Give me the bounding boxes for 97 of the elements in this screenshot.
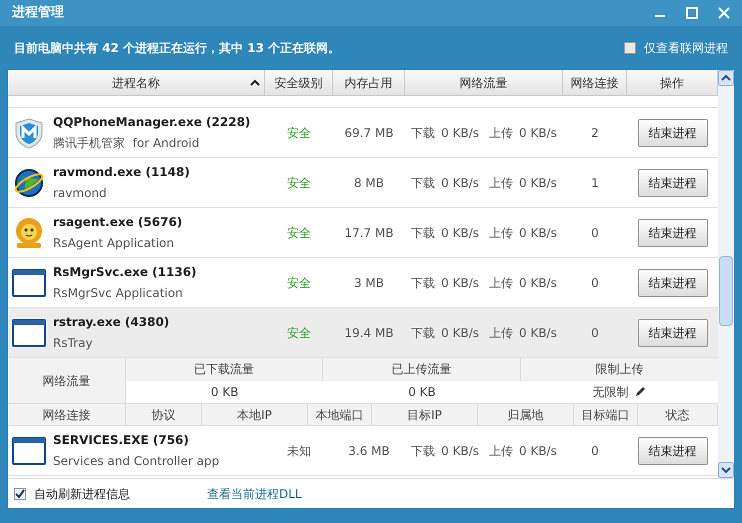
upload-label: 上传	[489, 124, 513, 142]
summary-text: 目前电脑中共有 42 个进程正在运行，其中 13 个正在联网。	[14, 40, 340, 57]
upload-label: 上传	[489, 442, 513, 460]
process-description: RsMgrSvc Application	[53, 285, 184, 302]
checkbox[interactable]	[624, 42, 636, 54]
column-header: 本地端口	[316, 406, 364, 424]
process-description: 腾讯手机管家 for Android	[53, 135, 200, 152]
column-header: 目标端口	[582, 406, 630, 424]
memory-usage: 8 MB	[354, 174, 384, 192]
download-speed: 0 KB/s	[441, 224, 479, 242]
process-description: ravmond	[53, 185, 108, 202]
column-header: 已下载流量	[194, 361, 254, 378]
end-process-button[interactable]: 结束进程	[638, 268, 708, 296]
connection-count: 0	[591, 274, 599, 292]
download-label: 下载	[411, 224, 436, 242]
end-process-button[interactable]: 结束进程	[638, 168, 708, 196]
traffic-value: 0 KB	[408, 384, 436, 401]
close-icon[interactable]	[718, 7, 730, 19]
checkbox[interactable]	[14, 488, 26, 500]
upload-speed: 0 KB/s	[519, 224, 557, 242]
column-header: 协议	[152, 406, 176, 424]
scrollbar-thumb[interactable]	[719, 256, 733, 326]
connection-count: 2	[591, 124, 599, 142]
memory-usage: 19.4 MB	[344, 324, 394, 342]
application-window-icon	[11, 268, 47, 296]
end-process-button[interactable]: 结束进程	[638, 218, 708, 246]
process-description: Services and Controller app	[53, 453, 220, 470]
column-header: 本地IP	[237, 406, 272, 424]
download-speed: 0 KB/s	[441, 124, 479, 142]
application-window-icon	[11, 436, 47, 464]
process-description: RsTray	[53, 335, 94, 352]
application-window-icon	[11, 318, 47, 346]
column-header[interactable]: 网络流量	[405, 70, 563, 95]
column-header[interactable]: 网络连接	[563, 70, 627, 95]
process-description: RsAgent Application	[53, 235, 175, 252]
column-header[interactable]: 内存占用	[333, 70, 405, 95]
upload-label: 上传	[489, 274, 513, 292]
download-label: 下载	[411, 324, 436, 342]
end-process-button[interactable]: 结束进程	[638, 436, 708, 464]
column-header[interactable]: 安全级别	[265, 70, 333, 95]
column-header: 归属地	[508, 406, 544, 424]
checkbox-label: 自动刷新进程信息	[34, 486, 130, 502]
memory-usage: 17.7 MB	[344, 224, 394, 242]
process-name: SERVICES.EXE (756)	[53, 432, 190, 449]
checkbox-label: 仅查看联网进程	[644, 40, 728, 57]
connection-count: 1	[591, 174, 599, 192]
end-process-button[interactable]: 结束进程	[638, 118, 708, 146]
memory-usage: 3 MB	[354, 274, 384, 292]
process-name: ravmond.exe (1148)	[53, 164, 190, 181]
download-label: 下载	[411, 174, 436, 192]
safety-level: 安全	[287, 324, 311, 342]
download-label: 下载	[411, 124, 436, 142]
scroll-up-icon[interactable]	[718, 70, 734, 86]
maximize-icon[interactable]	[686, 7, 698, 19]
safety-level: 安全	[287, 124, 311, 142]
pencil-icon[interactable]	[634, 386, 646, 398]
column-header: 状态	[666, 406, 690, 424]
upload-label: 上传	[489, 324, 513, 342]
safety-level: 未知	[287, 442, 311, 460]
memory-usage: 69.7 MB	[344, 124, 394, 142]
section-label: 网络流量	[42, 372, 90, 390]
download-speed: 0 KB/s	[441, 324, 479, 342]
safety-level: 安全	[287, 174, 311, 192]
process-name: rsagent.exe (5676)	[53, 214, 182, 231]
process-name: rstray.exe (4380)	[53, 314, 170, 331]
safety-level: 安全	[287, 274, 311, 292]
download-label: 下载	[411, 274, 436, 292]
process-name: QQPhoneManager.exe (2228)	[53, 114, 250, 131]
scroll-down-icon[interactable]	[718, 462, 734, 478]
download-speed: 0 KB/s	[441, 174, 479, 192]
memory-usage: 3.6 MB	[348, 442, 390, 460]
download-speed: 0 KB/s	[441, 274, 479, 292]
process-name: RsMgrSvc.exe (1136)	[53, 264, 197, 281]
connection-count: 0	[591, 224, 599, 242]
download-label: 下载	[411, 442, 436, 460]
upload-label: 上传	[489, 174, 513, 192]
process-row[interactable]: rstray.exe (4380) RsTray 安全 19.4 MB 下载 0 KB/s 上传 0 KB/s 0 结束进程	[8, 308, 718, 358]
download-speed: 0 KB/s	[441, 442, 479, 460]
dll-link[interactable]: 查看当前进程DLL	[207, 484, 302, 502]
section-label: 网络连接	[42, 406, 90, 424]
upload-speed: 0 KB/s	[519, 174, 557, 192]
traffic-value: 0 KB	[210, 384, 238, 401]
connection-count: 0	[591, 324, 599, 342]
column-header: 已上传流量	[391, 361, 452, 378]
connection-count: 0	[591, 442, 599, 460]
column-header[interactable]: 进程名称	[8, 70, 265, 95]
traffic-value: 无限制	[592, 384, 628, 401]
safety-level: 安全	[287, 224, 311, 242]
upload-speed: 0 KB/s	[519, 442, 557, 460]
upload-speed: 0 KB/s	[519, 324, 557, 342]
column-header: 目标IP	[407, 406, 442, 424]
upload-speed: 0 KB/s	[519, 274, 557, 292]
window-title: 进程管理	[12, 4, 64, 22]
upload-speed: 0 KB/s	[519, 124, 557, 142]
end-process-button[interactable]: 结束进程	[638, 318, 708, 346]
column-header: 限制上传	[595, 361, 644, 378]
upload-label: 上传	[489, 224, 513, 242]
